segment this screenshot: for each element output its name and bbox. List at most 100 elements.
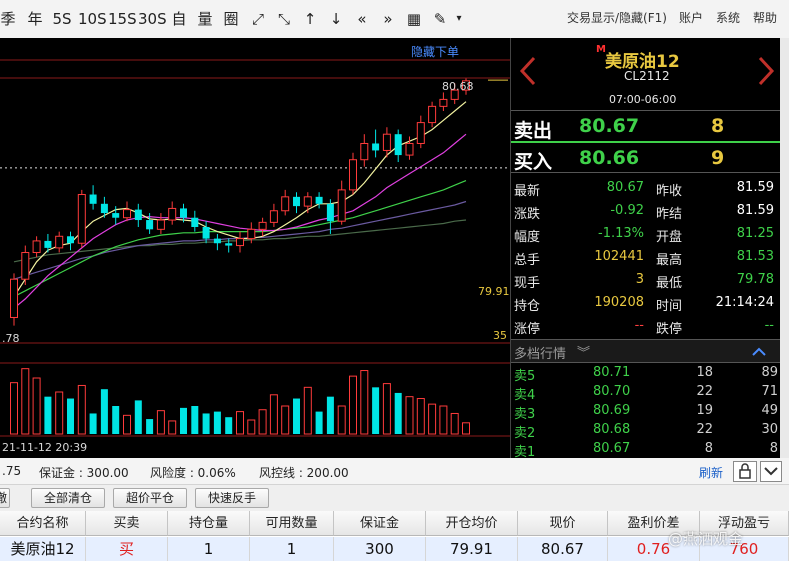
custom-period-button[interactable]: 自: [168, 8, 190, 30]
circle-button[interactable]: 圈: [220, 8, 242, 30]
field-value: 102441: [594, 249, 644, 264]
candle-body: [44, 240, 52, 248]
scroll-right-icon[interactable]: »: [378, 8, 398, 30]
expand-icon[interactable]: ⤢: [248, 8, 268, 30]
field-label: 昨结: [656, 207, 683, 222]
cell-available[interactable]: 1: [250, 537, 334, 561]
arrow-up-icon[interactable]: ↑: [300, 8, 320, 30]
scrollbar[interactable]: [780, 38, 789, 458]
col-header-margin[interactable]: 保证金: [334, 511, 426, 536]
depth-total: 30: [761, 422, 778, 437]
col-header-position[interactable]: 持仓量: [168, 511, 250, 536]
candle-body: [123, 209, 131, 219]
field-label: 跌停: [656, 322, 683, 337]
sell-price[interactable]: 80.67: [579, 115, 639, 137]
candle-body: [372, 143, 380, 151]
volume-bar: [213, 411, 221, 434]
volume-bar: [146, 419, 154, 434]
period-30s-button[interactable]: 30S: [138, 8, 167, 30]
period-10s-button[interactable]: 10S: [78, 8, 107, 30]
positions-table: 合约名称 买卖 持仓量 可用数量 保证金 开仓均价 现价 盈利价差 浮动盈亏 美…: [0, 511, 789, 571]
candle-body: [77, 194, 86, 244]
volume-button[interactable]: 量: [194, 8, 216, 30]
quote-field-row: 现手 3 最低 79.78: [511, 269, 781, 292]
cell-margin[interactable]: 300: [334, 537, 426, 561]
buy-label: 买入: [514, 151, 553, 173]
help-menu[interactable]: 帮助: [753, 10, 777, 26]
period-5s-button[interactable]: 5S: [50, 8, 74, 30]
candle-body: [146, 220, 154, 230]
divider: [511, 172, 781, 173]
cell-open-price[interactable]: 79.91: [426, 537, 518, 561]
cell-position[interactable]: 1: [168, 537, 250, 561]
cancel-button[interactable]: 撤: [0, 488, 10, 508]
market-close-button[interactable]: 超价平仓: [113, 488, 187, 508]
contract-code: CL2112: [624, 69, 670, 83]
depth-row[interactable]: 卖1 80.67 8 8: [511, 440, 781, 460]
depth-row[interactable]: 卖4 80.70 22 71: [511, 383, 781, 403]
col-header-open-price[interactable]: 开仓均价: [426, 511, 518, 536]
collapse-button[interactable]: [760, 461, 782, 482]
candle-body: [202, 227, 210, 239]
cell-contract[interactable]: 美原油12: [0, 537, 86, 561]
cell-price[interactable]: 80.67: [518, 537, 608, 561]
col-header-contract[interactable]: 合约名称: [0, 511, 86, 536]
candle-body: [269, 210, 278, 223]
volume-bar: [439, 405, 448, 435]
col-header-price[interactable]: 现价: [518, 511, 608, 536]
lock-button[interactable]: [733, 461, 757, 482]
pen-icon[interactable]: ✎: [430, 8, 450, 30]
volume-bar: [123, 414, 131, 435]
field-label: 昨收: [656, 184, 683, 199]
scroll-left-icon[interactable]: «: [352, 8, 372, 30]
cell-side[interactable]: 买: [86, 537, 168, 561]
col-header-side[interactable]: 买卖: [86, 511, 168, 536]
field-value: 80.67: [606, 180, 644, 195]
depth-total: 71: [761, 384, 778, 399]
volume-bar: [156, 410, 165, 435]
volume-bar: [21, 368, 30, 435]
candle-body: [337, 189, 346, 222]
quote-field-row: 涨停 -- 跌停 --: [511, 315, 781, 338]
volume-bar: [191, 406, 199, 434]
next-contract-icon[interactable]: [757, 56, 775, 86]
hide-order-link[interactable]: 隐藏下单: [411, 43, 459, 60]
prev-contract-icon[interactable]: [519, 56, 537, 86]
period-year-button[interactable]: 年: [24, 8, 46, 30]
volume-bar: [168, 420, 177, 435]
candle-body: [134, 209, 142, 221]
period-season-button[interactable]: 季: [0, 8, 16, 30]
depth-price: 80.70: [593, 384, 631, 399]
buy-price[interactable]: 80.66: [579, 147, 639, 169]
collapse-double-icon[interactable]: ︾: [577, 342, 590, 361]
candle-body: [67, 236, 74, 244]
chevron-up-icon[interactable]: [751, 345, 767, 357]
depth-row[interactable]: 卖5 80.71 18 89: [511, 364, 781, 384]
shrink-icon[interactable]: ⤡: [274, 8, 294, 30]
kline-chart[interactable]: 隐藏下单 80.68 79.91 .78 35 21-11-12 20:39: [0, 38, 510, 458]
account-menu[interactable]: 账户: [679, 10, 703, 26]
quick-reverse-button[interactable]: 快速反手: [195, 488, 269, 508]
candle-body: [191, 217, 199, 227]
system-menu[interactable]: 系统: [716, 10, 740, 26]
arrow-down-icon[interactable]: ↓: [326, 8, 346, 30]
candle-body: [213, 238, 221, 244]
close-all-button[interactable]: 全部清仓: [31, 488, 105, 508]
pen-dropdown-icon[interactable]: ▾: [452, 8, 466, 30]
quote-field-row: 总手 102441 最高 81.53: [511, 246, 781, 269]
depth-row[interactable]: 卖3 80.69 19 49: [511, 402, 781, 422]
volume-bar: [326, 396, 334, 434]
candle-body: [55, 235, 64, 249]
depth-row[interactable]: 卖2 80.68 22 30: [511, 421, 781, 441]
field-value: 21:14:24: [715, 295, 774, 310]
candle-body: [236, 238, 244, 247]
trade-toggle-f1[interactable]: 交易显示/隐藏(F1): [567, 10, 667, 26]
depth-qty: 22: [696, 384, 713, 399]
col-header-available[interactable]: 可用数量: [250, 511, 334, 536]
period-15s-button[interactable]: 15S: [108, 8, 137, 30]
sell-qty: 8: [711, 115, 725, 137]
divider: [511, 141, 781, 143]
refresh-link[interactable]: 刷新: [699, 464, 723, 481]
grid-icon[interactable]: ▦: [404, 8, 424, 30]
depth-label: 卖3: [514, 407, 536, 422]
